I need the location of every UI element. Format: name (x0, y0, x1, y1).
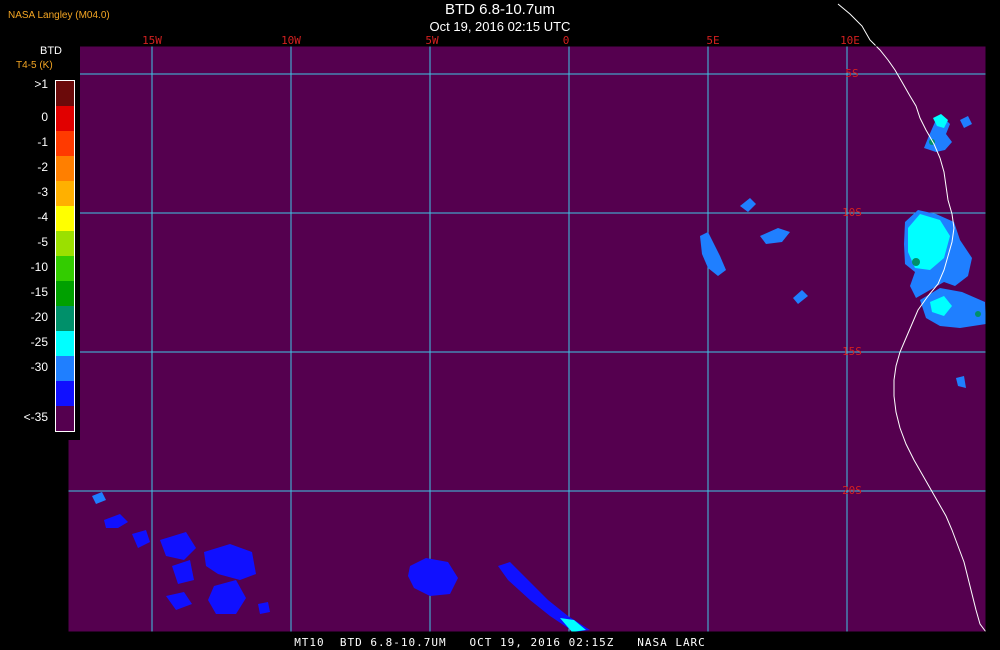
legend-label: -3 (37, 184, 48, 199)
legend-label: -2 (37, 159, 48, 174)
legend-swatch (56, 381, 74, 406)
legend-swatch (56, 331, 74, 356)
legend-swatch (56, 356, 74, 381)
legend-swatch (56, 81, 74, 106)
lon-label-5e: 5E (706, 34, 719, 47)
cloud-speck (258, 602, 270, 614)
legend-swatch (56, 406, 74, 431)
producer-label: NASA Langley (M04.0) (8, 10, 110, 21)
satellite-map: 15W 10W 5W 0 5E 10E 5S 10S 15S 20S (67, 3, 987, 633)
legend-label: -4 (37, 209, 48, 224)
legend-label: -1 (37, 134, 48, 149)
legend-swatch (56, 281, 74, 306)
footer-caption: MT10 BTD 6.8-10.7UM OCT 19, 2016 02:15Z … (294, 636, 706, 649)
legend-colorbar (55, 80, 75, 432)
map-title: BTD 6.8-10.7um (444, 1, 556, 18)
legend-label: <-35 (23, 409, 48, 424)
legend-label: 0 (41, 109, 48, 124)
legend-swatch (56, 181, 74, 206)
lon-label-5w: 5W (425, 34, 439, 47)
lat-label-5s: 5S (845, 67, 858, 80)
legend-swatch (56, 256, 74, 281)
map-background (68, 46, 986, 632)
lat-label-15s: 15S (842, 345, 862, 358)
legend-swatch (56, 131, 74, 156)
legend-units: T4-5 (K) (16, 60, 53, 71)
lon-label-10e: 10E (840, 34, 860, 47)
legend-swatch (56, 306, 74, 331)
cloud-core (912, 258, 920, 266)
lat-label-20s: 20S (842, 484, 862, 497)
legend-label: -30 (30, 359, 48, 374)
legend-label: -20 (30, 309, 48, 324)
lat-label-10s: 10S (842, 206, 862, 219)
legend: BTD T4-5 (K) >1 0 -1 -2 -3 -4 -5 -10 -15 -20 -25 -3… (0, 40, 80, 440)
legend-swatch (56, 106, 74, 131)
legend-label: -5 (37, 234, 48, 249)
lon-label-15w: 15W (142, 34, 162, 47)
legend-title: BTD (40, 45, 62, 57)
cloud-core (975, 311, 981, 317)
legend-label: -10 (30, 259, 48, 274)
lon-label-0: 0 (563, 34, 570, 47)
legend-label: >1 (34, 76, 48, 91)
map-subtitle: Oct 19, 2016 02:15 UTC (429, 19, 571, 34)
legend-label: -15 (30, 284, 48, 299)
lon-label-10w: 10W (281, 34, 301, 47)
legend-swatch (56, 206, 74, 231)
legend-label: -25 (30, 334, 48, 349)
legend-swatch (56, 231, 74, 256)
legend-swatch (56, 156, 74, 181)
